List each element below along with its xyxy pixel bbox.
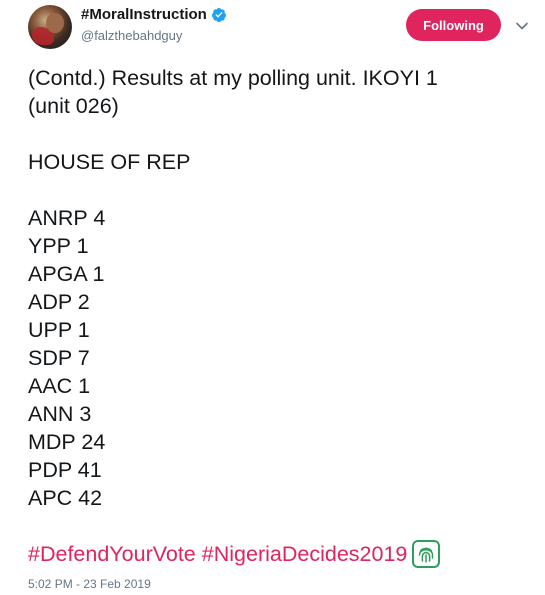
user-handle[interactable]: @falzthebahdguy (81, 28, 182, 43)
tweet-line: (Contd.) Results at my polling unit. IKO… (28, 66, 438, 90)
hashtag-nigeriadecides2019[interactable]: #NigeriaDecides2019 (202, 540, 408, 568)
tweet-line: PDP 41 (28, 458, 102, 482)
tweet-header: #MoralInstruction @falzthebahdguy Follow… (0, 0, 545, 60)
tweet-line: YPP 1 (28, 234, 89, 258)
verified-badge-icon (211, 7, 226, 22)
tweet-line: MDP 24 (28, 430, 106, 454)
tweet-line: APC 42 (28, 486, 103, 510)
tweet-line: ANRP 4 (28, 206, 106, 230)
hashtag-row: #DefendYourVote #NigeriaDecides2019 (28, 540, 528, 568)
tweet-line: (unit 026) (28, 94, 119, 118)
tweet-line: ANN 3 (28, 402, 92, 426)
tweet-timestamp[interactable]: 5:02 PM - 23 Feb 2019 (28, 577, 151, 591)
avatar-face (46, 13, 64, 33)
tweet-line: SDP 7 (28, 346, 90, 370)
tweet-line: AAC 1 (28, 374, 91, 398)
tweet-line: HOUSE OF REP (28, 150, 191, 174)
hashtag-defendyourvote[interactable]: #DefendYourVote (28, 540, 196, 568)
display-name[interactable]: #MoralInstruction (81, 6, 227, 23)
tweet-line: APGA 1 (28, 262, 105, 286)
fingerprint-icon (412, 540, 441, 568)
avatar[interactable] (28, 5, 72, 49)
chevron-down-icon[interactable] (515, 19, 529, 33)
display-name-text: #MoralInstruction (81, 6, 207, 23)
tweet-line: ADP 2 (28, 290, 90, 314)
tweet-text: (Contd.) Results at my polling unit. IKO… (28, 64, 528, 568)
following-button[interactable]: Following (406, 9, 501, 41)
tweet-line: UPP 1 (28, 318, 90, 342)
